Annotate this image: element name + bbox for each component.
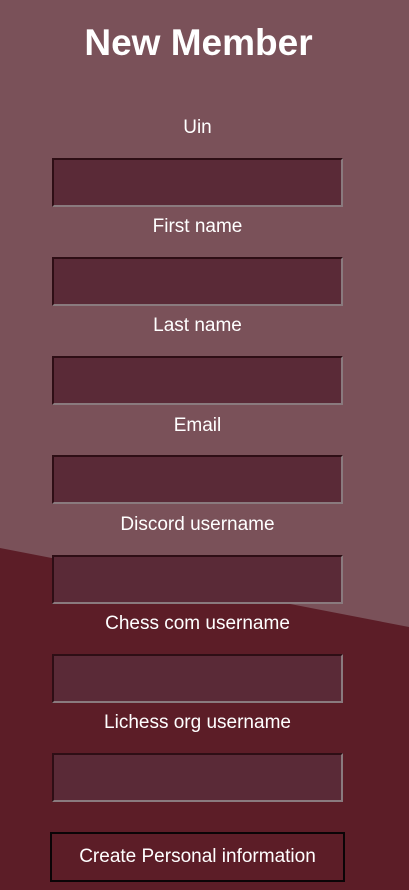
email-label: Email [173, 415, 222, 436]
lichess-org-username-label: Lichess org username [104, 712, 291, 733]
first-name-label: First name [152, 216, 243, 237]
discord-username-input[interactable] [52, 555, 343, 604]
create-personal-information-button[interactable]: Create Personal information [50, 832, 345, 882]
page-title: New Member [84, 22, 313, 63]
chess-com-username-label: Chess com username [105, 613, 290, 634]
chess-com-username-input[interactable] [52, 654, 343, 703]
discord-username-label: Discord username [120, 514, 275, 535]
email-input[interactable] [52, 455, 343, 504]
first-name-input[interactable] [52, 257, 343, 306]
uin-input[interactable] [52, 158, 343, 207]
last-name-input[interactable] [52, 356, 343, 405]
uin-label: Uin [183, 117, 212, 138]
lichess-org-username-input[interactable] [52, 753, 343, 802]
last-name-label: Last name [153, 315, 242, 336]
new-member-page: New Member Uin First name Last name Emai… [0, 0, 409, 890]
